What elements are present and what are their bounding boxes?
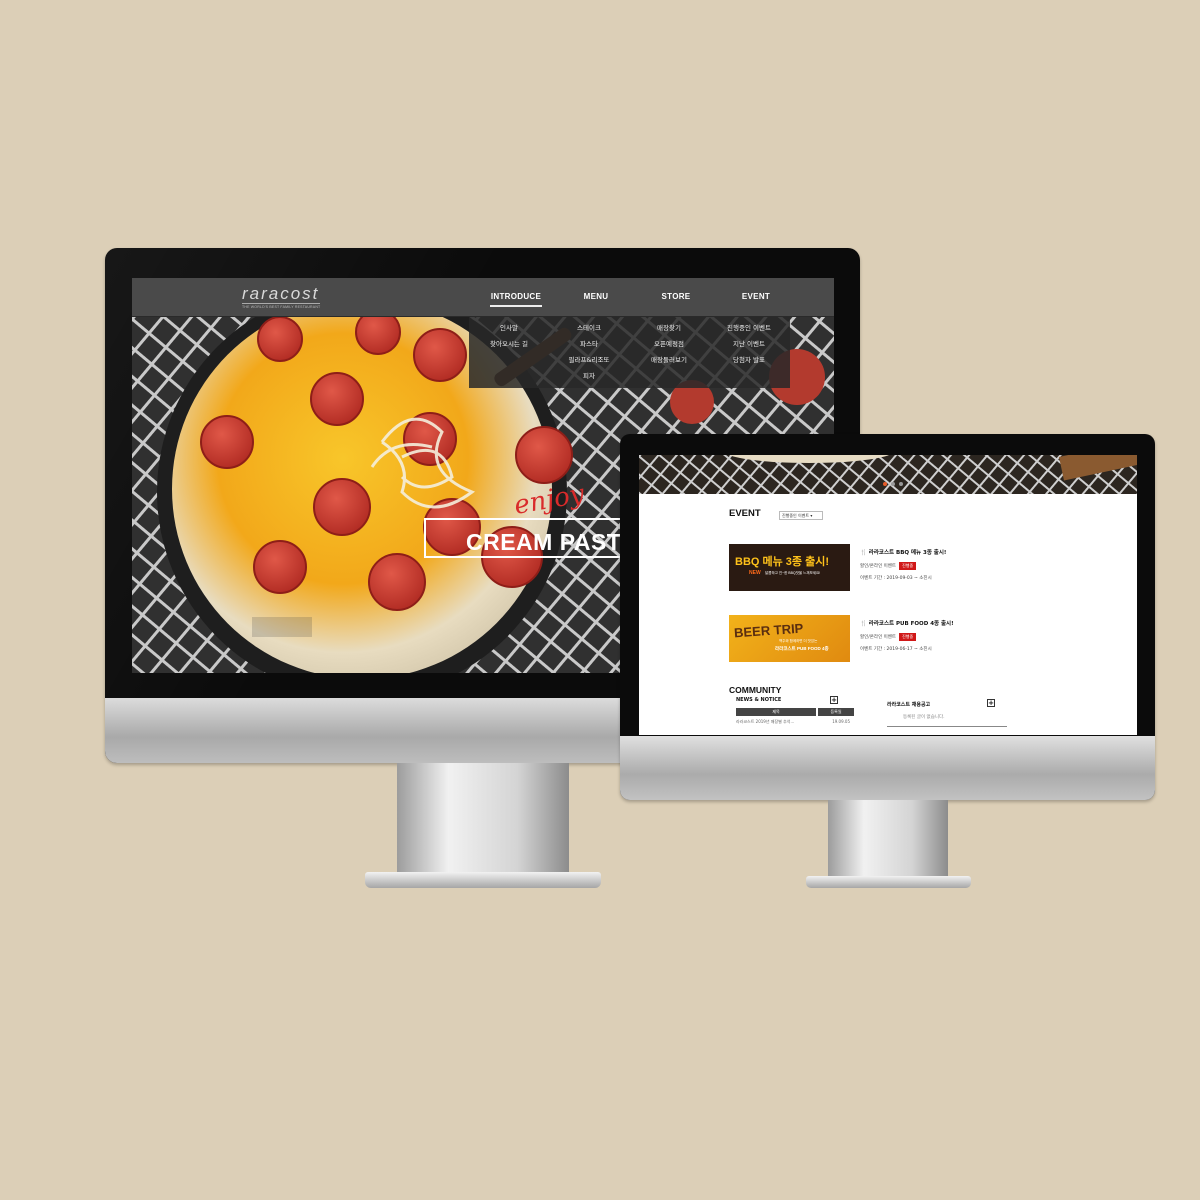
event-thumbnail[interactable]: BBQ 메뉴 3종 출시! NEW 달콤하고 진~한 BBQ맛을 느껴보세요!: [729, 544, 850, 591]
event-page-banner: [639, 455, 1137, 494]
fork-knife-icon: 🍴: [860, 621, 867, 627]
banner-image: [639, 455, 1137, 494]
main-nav: INTRODUCE MENU STORE EVENT: [490, 292, 796, 307]
event-type-label: 할인/온라인 이벤트: [860, 564, 897, 569]
nav-introduce[interactable]: INTRODUCE: [490, 292, 542, 307]
event-title-link[interactable]: 🍴 라라코스트 PUB FOOD 4종 출시!: [860, 619, 954, 627]
dropdown-item[interactable]: 찾아오시는 길: [469, 336, 549, 352]
dropdown-item[interactable]: 인사말: [469, 320, 549, 336]
monitor-base: [806, 876, 971, 888]
event-thumbnail[interactable]: BEER TRIP 맥주와 함께하면 더 맛있는 라라코스트 PUB FOOD …: [729, 615, 850, 662]
recruit-label: 라라코스트 채용공고: [887, 702, 931, 708]
dropdown-item[interactable]: 지난 이벤트: [709, 336, 789, 352]
recruit-panel: 라라코스트 채용공고 + 등록된 글이 없습니다.: [887, 699, 1007, 727]
event-period: 이벤트 기간 : 2019-06-17 ~ 소진시: [860, 647, 932, 652]
dropdown-column-introduce: 인사말 찾아오시는 길: [469, 320, 549, 388]
secondary-monitor: EVENT 진행중인 이벤트 ▾ BBQ 메뉴 3종 출시! NEW 달콤하고 …: [620, 434, 1155, 800]
event-period: 이벤트 기간 : 2019-09-03 ~ 소진시: [860, 576, 932, 581]
nav-event[interactable]: EVENT: [716, 292, 796, 307]
fork-knife-icon: 🍴: [860, 550, 867, 556]
event-type: 할인/온라인 이벤트 진행중: [860, 633, 954, 641]
event-type: 할인/온라인 이벤트 진행중: [860, 562, 946, 570]
event-title: 라라코스트 PUB FOOD 4종 출시!: [868, 621, 954, 627]
nav-dropdown: 인사말 찾아오시는 길 스테이크 파스타 필라프&리조또 피자 매장찾기 오픈예…: [469, 317, 790, 388]
dropdown-item[interactable]: 스테이크: [549, 320, 629, 336]
banner-dot[interactable]: [891, 482, 895, 486]
chevron-down-icon: ▾: [810, 513, 813, 518]
news-notice-label: NEWS & NOTICE: [736, 697, 782, 703]
thumbnail-subtitle: 달콤하고 진~한 BBQ맛을 느껴보세요!: [765, 571, 821, 575]
plus-icon[interactable]: +: [830, 696, 838, 704]
thumbnail-subtitle-2: 라라코스트 PUB FOOD 4종: [775, 646, 829, 651]
dropdown-item[interactable]: 오픈예정점: [629, 336, 709, 352]
logo-tagline: THE WORLD'S BEST FAMILY RESTAURANT: [242, 303, 321, 309]
dropdown-item[interactable]: 당첨자 발표: [709, 352, 789, 368]
status-badge: 진행중: [899, 562, 917, 570]
banner-dot[interactable]: [899, 482, 903, 486]
monitor-stand: [828, 800, 948, 882]
nav-menu[interactable]: MENU: [556, 292, 636, 307]
nav-store[interactable]: STORE: [636, 292, 716, 307]
status-badge: 진행중: [899, 633, 917, 641]
dropdown-column-menu: 스테이크 파스타 필라프&리조또 피자: [549, 320, 629, 388]
banner-pagination: [883, 482, 903, 486]
recruit-title: 라라코스트 채용공고 +: [887, 699, 1007, 708]
dropdown-item[interactable]: 매장둘러보기: [629, 352, 709, 368]
thumbnail-subtitle: 맥주와 함께하면 더 맛있는: [779, 639, 818, 643]
table-row[interactable]: 라라코스트 2019년 매장별 추석... 19.09.05: [736, 719, 856, 725]
dropdown-item[interactable]: 필라프&리조또: [549, 352, 629, 368]
event-list-item[interactable]: BEER TRIP 맥주와 함께하면 더 맛있는 라라코스트 PUB FOOD …: [729, 615, 1059, 665]
thumbnail-title: BEER TRIP: [733, 620, 804, 641]
monitor-base: [365, 872, 601, 888]
banner-dot[interactable]: [883, 482, 887, 486]
dropdown-item[interactable]: 피자: [549, 368, 629, 384]
event-info: 🍴 라라코스트 BBQ 메뉴 3종 출시! 할인/온라인 이벤트 진행중 이벤트 …: [860, 548, 946, 581]
dropdown-item[interactable]: 진행중인 이벤트: [709, 320, 789, 336]
row-date: 19.09.05: [832, 719, 850, 724]
event-type-label: 할인/온라인 이벤트: [860, 635, 897, 640]
thumbnail-title: BBQ 메뉴 3종 출시!: [735, 556, 829, 568]
event-info: 🍴 라라코스트 PUB FOOD 4종 출시! 할인/온라인 이벤트 진행중 이벤…: [860, 619, 954, 652]
column-date: 등록일: [818, 708, 854, 716]
site-header: raracost THE WORLD'S BEST FAMILY RESTAUR…: [132, 278, 834, 317]
logo-wordmark: raracost: [242, 284, 320, 303]
monitor-chin: [620, 736, 1155, 800]
site-logo[interactable]: raracost THE WORLD'S BEST FAMILY RESTAUR…: [242, 284, 321, 309]
recruit-empty-message: 등록된 글이 없습니다.: [903, 715, 945, 720]
monitor-stand: [397, 763, 569, 878]
event-title-link[interactable]: 🍴 라라코스트 BBQ 메뉴 3종 출시!: [860, 548, 946, 556]
event-page-screen: EVENT 진행중인 이벤트 ▾ BBQ 메뉴 3종 출시! NEW 달콤하고 …: [639, 455, 1137, 735]
event-section-title: EVENT: [729, 508, 761, 519]
news-table-header: 제목 등록일: [736, 708, 856, 716]
event-title: 라라코스트 BBQ 메뉴 3종 출시!: [868, 550, 947, 556]
plus-icon[interactable]: +: [987, 699, 995, 707]
dropdown-item[interactable]: 매장찾기: [629, 320, 709, 336]
dropdown-column-event: 진행중인 이벤트 지난 이벤트 당첨자 발표: [709, 320, 789, 388]
row-title: 라라코스트 2019년 매장별 추석...: [736, 719, 795, 724]
event-filter-value: 진행중인 이벤트: [782, 513, 810, 518]
news-notice-title: NEWS & NOTICE +: [736, 696, 856, 704]
event-filter-select[interactable]: 진행중인 이벤트 ▾: [779, 511, 823, 520]
column-title: 제목: [736, 708, 816, 716]
thumbnail-badge: NEW: [749, 570, 761, 576]
news-notice-panel: NEWS & NOTICE + 제목 등록일 라라코스트 2019년 매장별 추…: [736, 696, 856, 725]
community-section-title: COMMUNITY: [729, 685, 782, 695]
event-list-item[interactable]: BBQ 메뉴 3종 출시! NEW 달콤하고 진~한 BBQ맛을 느껴보세요! …: [729, 544, 1059, 594]
dropdown-item[interactable]: 파스타: [549, 336, 629, 352]
dropdown-column-store: 매장찾기 오픈예정점 매장둘러보기: [629, 320, 709, 388]
